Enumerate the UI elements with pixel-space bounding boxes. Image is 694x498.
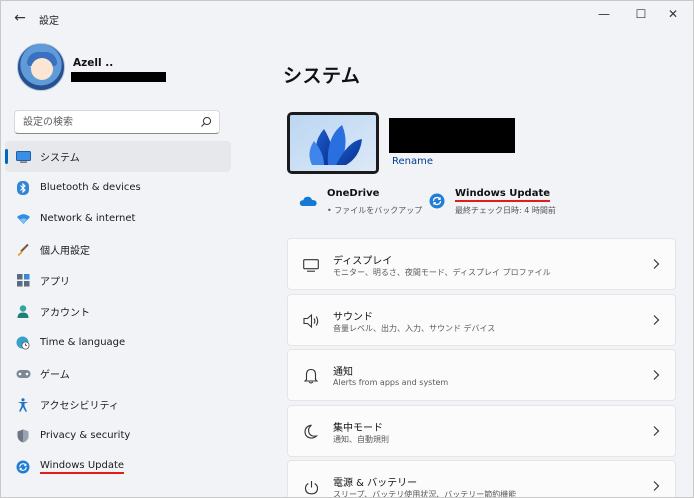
chevron-right-icon (653, 259, 660, 269)
minimize-icon: — (598, 7, 610, 21)
sound-card[interactable]: サウンド 音量レベル、出力、入力、サウンド デバイス (287, 293, 676, 346)
speaker-icon (302, 312, 320, 330)
display-card[interactable]: ディスプレイ モニター、明るさ、夜間モード、ディスプレイ プロファイル (287, 238, 676, 290)
sidebar-item-privacy[interactable]: Privacy & security (5, 420, 231, 451)
sidebar-item-label: アカウント (40, 308, 90, 319)
update-icon (15, 459, 31, 475)
power-battery-card[interactable]: 電源 & バッテリー スリープ、バッテリ使用状況、バッテリー節約機能 (287, 460, 676, 498)
card-title: 電源 & バッテリー (333, 478, 418, 489)
search-input[interactable] (23, 114, 193, 130)
sidebar-item-time-language[interactable]: Time & language (5, 327, 231, 358)
card-subtitle: 音量レベル、出力、入力、サウンド デバイス (333, 323, 496, 333)
chevron-right-icon (653, 481, 660, 491)
sidebar-item-gaming[interactable]: ゲーム (5, 358, 231, 389)
sidebar-item-label: システム (40, 153, 80, 164)
search-box[interactable] (14, 110, 220, 134)
brush-icon (15, 242, 31, 258)
title-bar: ← 設定 — ☐ ✕ (1, 1, 693, 33)
sidebar-item-label: Network & internet (40, 213, 136, 224)
sidebar-item-windows-update[interactable]: Windows Update (5, 451, 231, 482)
system-icon (15, 149, 31, 165)
bluetooth-icon (15, 180, 31, 196)
wallpaper-bloom-icon (290, 115, 376, 171)
sidebar-item-accessibility[interactable]: アクセシビリティ (5, 389, 231, 420)
accessibility-icon (15, 397, 31, 413)
close-button[interactable]: ✕ (653, 1, 693, 27)
avatar-face (31, 58, 53, 80)
back-arrow-icon: ← (14, 10, 26, 26)
card-title: 集中モード (333, 422, 383, 434)
onedrive-title: OneDrive (327, 188, 380, 199)
update-icon (429, 193, 445, 209)
device-name-redacted (389, 118, 515, 153)
sidebar-item-label: ゲーム (40, 370, 70, 381)
bell-icon (302, 367, 320, 385)
windows-update-status: 最終チェック日時: 4 時間前 (455, 206, 556, 215)
profile-name: Azell .. (73, 57, 114, 69)
apps-icon (15, 273, 31, 289)
sidebar-item-label: Time & language (40, 337, 126, 348)
minimize-button[interactable]: — (584, 1, 624, 27)
search-icon[interactable] (199, 115, 213, 129)
profile-email-redacted (71, 72, 166, 82)
sidebar-item-label: アクセシビリティ (40, 401, 119, 412)
back-button[interactable]: ← (9, 7, 31, 29)
sidebar-item-network[interactable]: Network & internet (5, 203, 231, 234)
wifi-icon (15, 211, 31, 227)
chevron-right-icon (653, 314, 660, 325)
page-title: システム (283, 65, 361, 87)
app-title: 設定 (39, 16, 59, 27)
notifications-card[interactable]: 通知 Alerts from apps and system (287, 349, 676, 401)
rename-link[interactable]: Rename (392, 156, 433, 167)
windows-update-title: Windows Update (455, 188, 551, 202)
cloud-icon (299, 196, 317, 206)
card-subtitle: モニター、明るさ、夜間モード、ディスプレイ プロファイル (333, 268, 551, 277)
card-subtitle: 通知、自動規則 (333, 434, 389, 444)
sidebar-item-personalization[interactable]: 個人用設定 (5, 234, 231, 265)
sidebar-item-label: Privacy & security (40, 430, 131, 441)
onedrive-status: • ファイルをバックアップ (327, 206, 423, 215)
sidebar-item-system[interactable]: システム (5, 141, 231, 172)
display-icon (302, 256, 320, 274)
device-thumbnail (287, 112, 379, 174)
settings-list: ディスプレイ モニター、明るさ、夜間モード、ディスプレイ プロファイル サウンド… (287, 238, 676, 498)
settings-window: ← 設定 — ☐ ✕ Azell .. システム (0, 0, 694, 498)
sidebar-item-label: Windows Update (40, 460, 125, 474)
onedrive-tile[interactable]: OneDrive • ファイルをバックアップ (299, 187, 423, 219)
shield-icon (15, 428, 31, 444)
card-subtitle: スリープ、バッテリ使用状況、バッテリー節約機能 (333, 490, 517, 498)
account-icon (15, 304, 31, 320)
moon-icon (302, 423, 320, 441)
sidebar-item-bluetooth[interactable]: Bluetooth & devices (5, 172, 231, 203)
avatar[interactable] (17, 43, 65, 91)
sidebar-item-label: 個人用設定 (40, 246, 90, 257)
card-title: 通知 (333, 367, 353, 378)
maximize-icon: ☐ (635, 7, 647, 21)
power-icon (302, 478, 320, 496)
sidebar-item-apps[interactable]: アプリ (5, 265, 231, 296)
card-subtitle: Alerts from apps and system (333, 378, 449, 387)
globe-clock-icon (15, 335, 31, 351)
sidebar-nav: システム Bluetooth & devices Network & inter… (5, 141, 231, 482)
chevron-right-icon (653, 370, 660, 380)
windows-update-tile[interactable]: Windows Update 最終チェック日時: 4 時間前 (427, 187, 577, 219)
gamepad-icon (15, 366, 31, 382)
sidebar-item-label: Bluetooth & devices (40, 182, 141, 193)
chevron-right-icon (653, 425, 660, 436)
focus-assist-card[interactable]: 集中モード 通知、自動規則 (287, 404, 676, 457)
sidebar-item-accounts[interactable]: アカウント (5, 296, 231, 327)
close-icon: ✕ (667, 7, 679, 21)
sidebar-item-label: アプリ (40, 277, 70, 288)
card-title: ディスプレイ (333, 256, 393, 267)
card-title: サウンド (333, 311, 373, 323)
